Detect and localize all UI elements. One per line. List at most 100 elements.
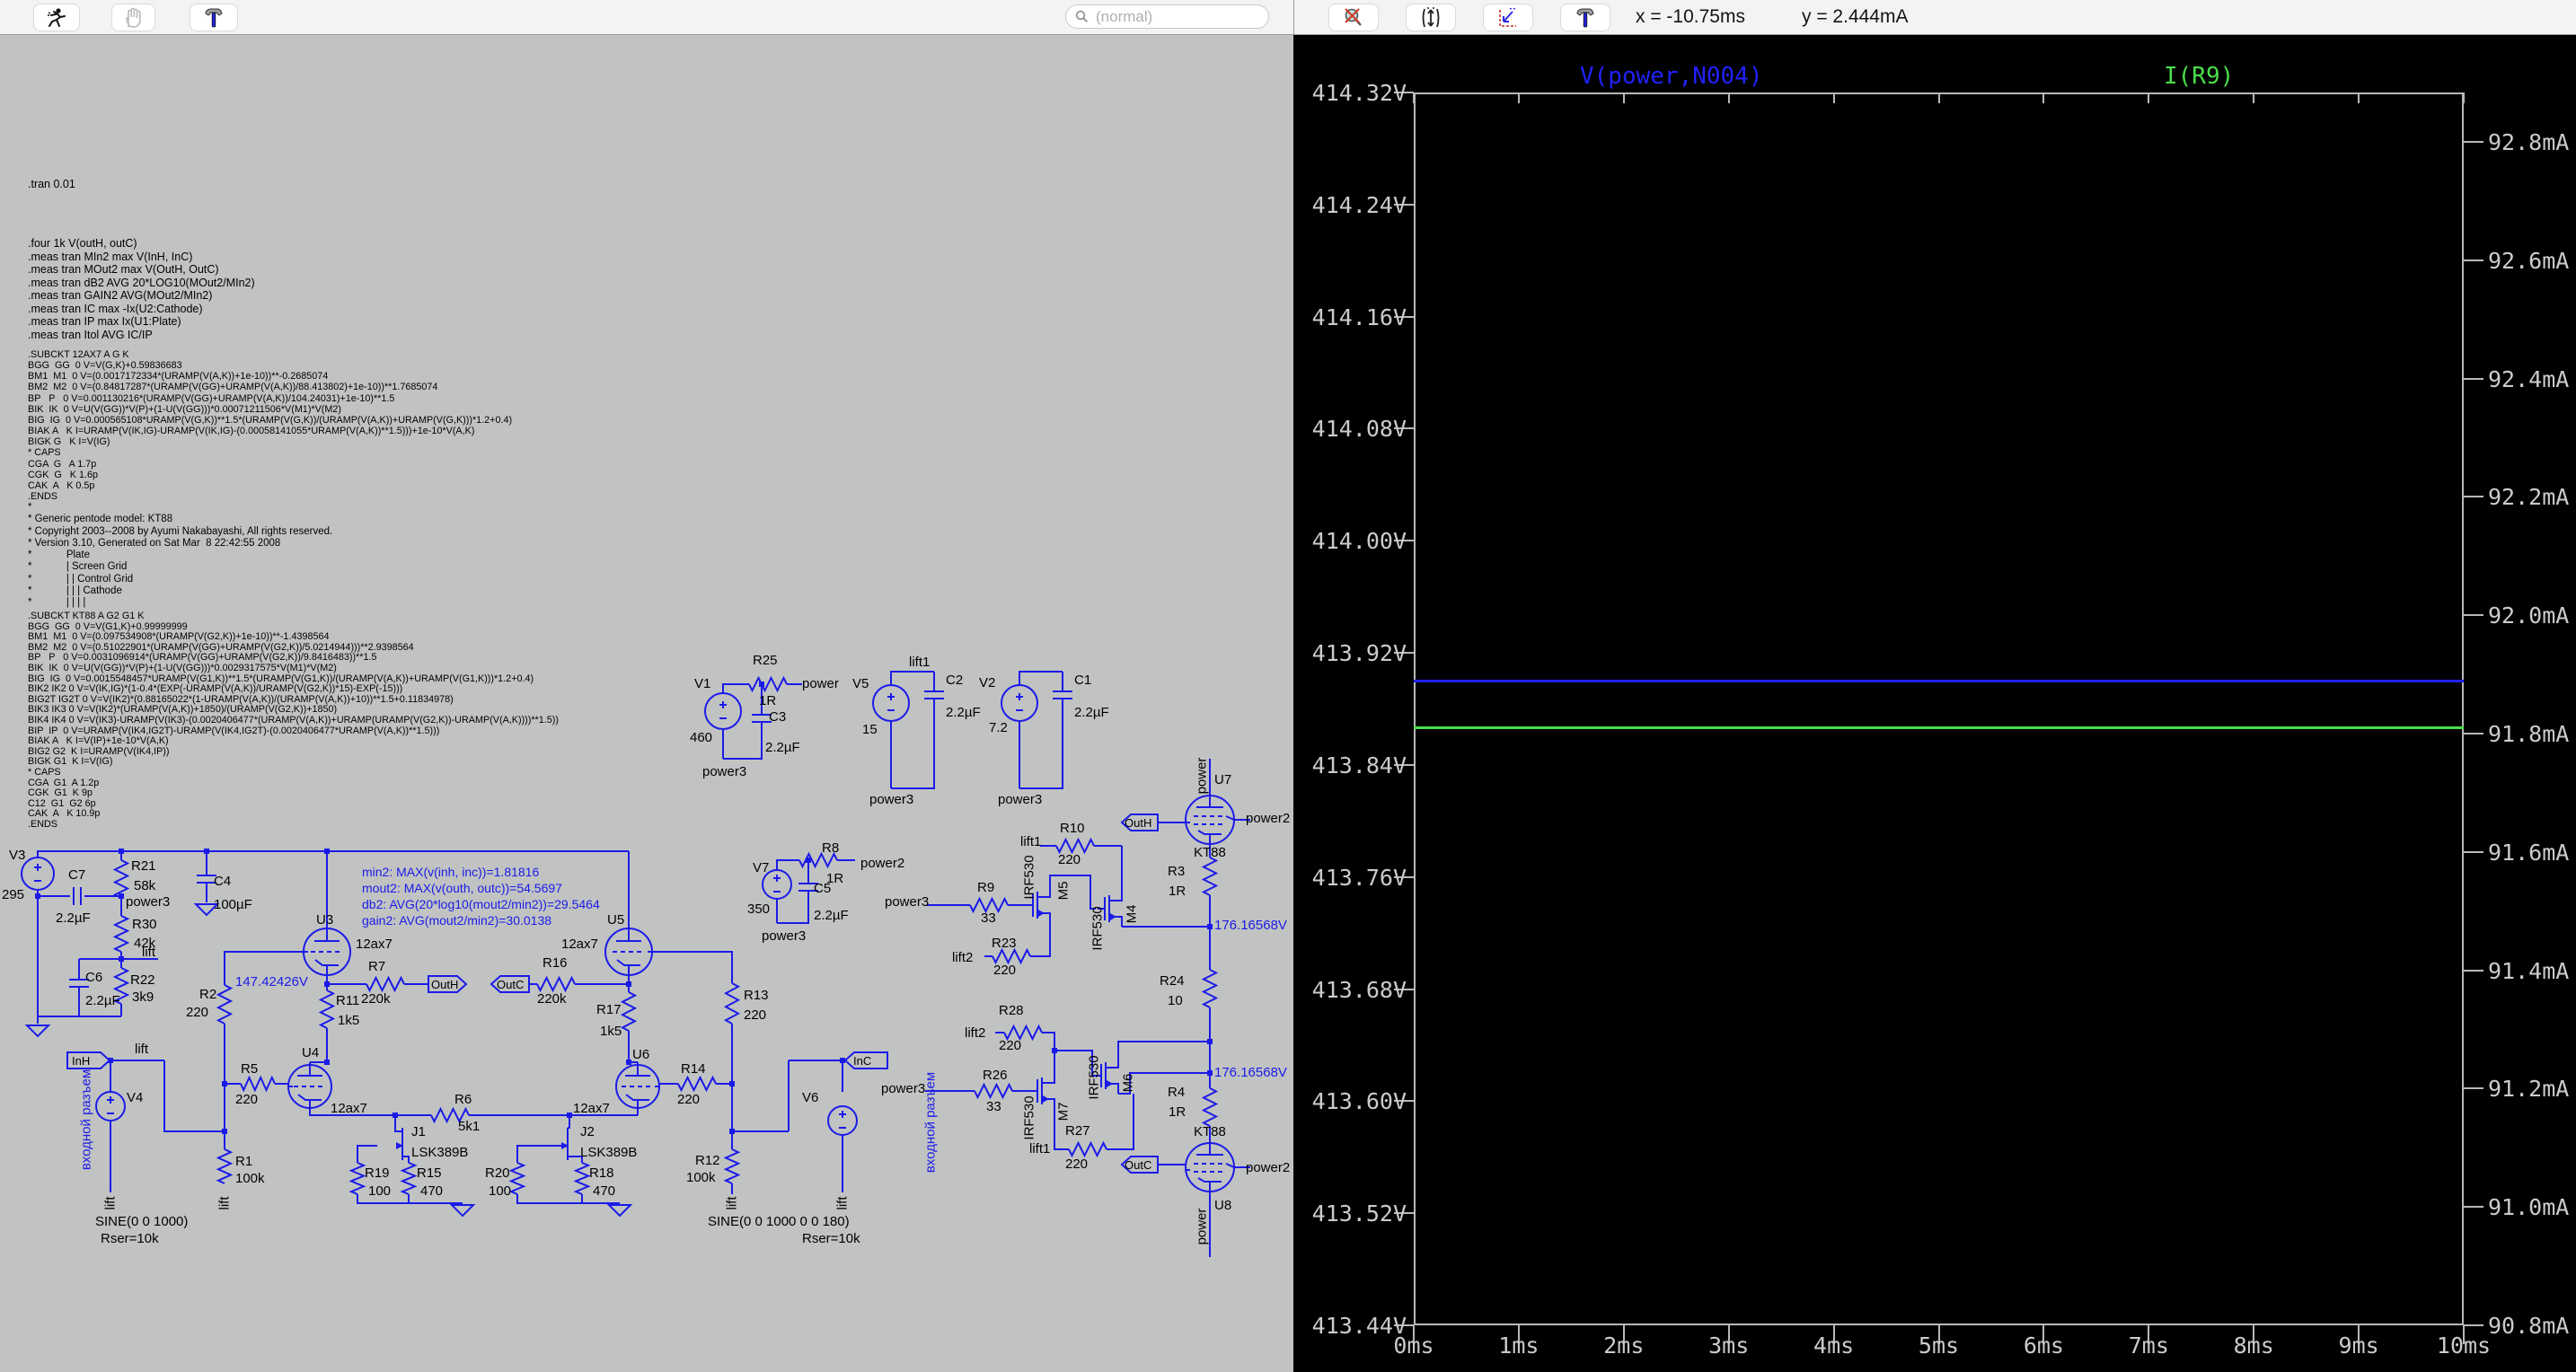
schematic-label[interactable]: C1 xyxy=(1074,673,1091,688)
schematic-label[interactable]: 470 xyxy=(420,1183,443,1199)
schematic-label[interactable]: 1R xyxy=(759,693,776,708)
schematic-label[interactable]: lift1 xyxy=(1020,834,1041,849)
schematic-label[interactable]: OutC xyxy=(1125,1158,1151,1172)
schematic-label[interactable]: R20 xyxy=(485,1165,510,1181)
schematic-label[interactable]: 2.2µF xyxy=(1074,705,1109,720)
schematic-label[interactable]: R3 xyxy=(1168,864,1185,879)
schematic-label[interactable]: InH xyxy=(72,1054,90,1068)
schematic-label[interactable]: R11 xyxy=(336,993,359,1008)
schematic-label[interactable]: 470 xyxy=(593,1183,615,1199)
schematic-label[interactable]: 100 xyxy=(489,1183,511,1199)
schematic-label[interactable]: R26 xyxy=(983,1068,1008,1083)
schematic-label[interactable]: 12ax7 xyxy=(561,937,598,952)
spice-directive-tran[interactable]: .tran 0.01 xyxy=(28,178,75,190)
schematic-label[interactable]: C7 xyxy=(68,867,85,883)
schematic-label[interactable]: 350 xyxy=(747,901,770,917)
schematic-label[interactable]: SINE(0 0 1000) xyxy=(95,1214,188,1229)
schematic-label[interactable]: V3 xyxy=(9,848,25,863)
schematic-label[interactable]: 1k5 xyxy=(600,1024,622,1039)
schematic-label[interactable]: V5 xyxy=(852,676,869,691)
schematic-label[interactable]: 1k5 xyxy=(338,1013,359,1028)
schematic-label[interactable]: 220k xyxy=(361,991,391,1007)
schematic-label[interactable]: 3k9 xyxy=(132,989,154,1005)
schematic-label[interactable]: C6 xyxy=(85,970,102,985)
schematic-label[interactable]: power3 xyxy=(998,792,1042,807)
schematic-label[interactable]: R21 xyxy=(131,858,156,874)
schematic-label[interactable]: 220 xyxy=(999,1038,1021,1053)
schematic-label[interactable]: R25 xyxy=(753,653,778,668)
search-input[interactable] xyxy=(1094,6,1259,27)
schematic-canvas[interactable]: .tran 0.01 .four 1k V(outH, outC) .meas … xyxy=(0,34,1293,1372)
schematic-label[interactable]: R5 xyxy=(241,1061,258,1077)
schematic-label[interactable]: 2.2µF xyxy=(85,993,120,1008)
schematic-label[interactable]: R1 xyxy=(235,1154,252,1169)
schematic-label[interactable]: lift1 xyxy=(1029,1141,1050,1157)
schematic-label[interactable]: V1 xyxy=(694,676,710,691)
trace-line-1[interactable] xyxy=(1414,679,2464,682)
schematic-label[interactable]: 58k xyxy=(134,878,155,893)
schematic-label[interactable]: R13 xyxy=(744,988,769,1003)
schematic-label[interactable]: 220k xyxy=(537,991,567,1007)
schematic-label[interactable]: 220 xyxy=(235,1092,258,1107)
schematic-label[interactable]: R4 xyxy=(1168,1085,1185,1100)
schematic-label[interactable]: 100k xyxy=(235,1171,265,1186)
schematic-label[interactable]: 100µF xyxy=(214,897,252,912)
schematic-label[interactable]: M7 xyxy=(1056,1103,1072,1121)
schematic-label[interactable]: R18 xyxy=(589,1165,614,1181)
schematic-label[interactable]: KT88 xyxy=(1194,1124,1226,1139)
trace-line-2[interactable] xyxy=(1414,726,2464,729)
trace-label-v-power-n004[interactable]: V(power,N004) xyxy=(1580,63,1763,90)
schematic-label[interactable]: U4 xyxy=(302,1045,319,1060)
spice-kt88-header[interactable]: * * Generic pentode model: KT88 * Copyri… xyxy=(28,502,332,610)
schematic-label[interactable]: 147.42426V xyxy=(235,974,308,989)
schematic-label[interactable]: M4 xyxy=(1125,905,1140,924)
schematic-label[interactable]: R6 xyxy=(454,1092,472,1107)
schematic-label[interactable]: KT88 xyxy=(1194,845,1226,860)
schematic-label[interactable]: Rser=10k xyxy=(802,1231,860,1246)
schematic-label[interactable]: power xyxy=(802,676,839,691)
schematic-label[interactable]: C5 xyxy=(814,881,831,896)
schematic-label[interactable]: R27 xyxy=(1065,1123,1090,1139)
schematic-label[interactable]: входной разъем xyxy=(923,1072,939,1173)
schematic-label[interactable]: R19 xyxy=(365,1165,390,1181)
waveform-canvas[interactable]: V(power,N004) I(R9) 414.32V 414.24V 414.16… xyxy=(1293,34,2576,1372)
schematic-label[interactable]: U6 xyxy=(632,1047,649,1062)
schematic-label[interactable]: 220 xyxy=(186,1005,208,1020)
schematic-label[interactable]: 2.2µF xyxy=(56,910,91,926)
schematic-label[interactable]: 33 xyxy=(986,1099,1001,1114)
schematic-label[interactable]: M6 xyxy=(1121,1074,1136,1093)
schematic-label[interactable]: power3 xyxy=(702,764,746,779)
spice-directive-meas[interactable]: .four 1k V(outH, outC) .meas tran MIn2 m… xyxy=(28,237,255,341)
schematic-label[interactable]: 295 xyxy=(2,887,24,902)
schematic-label[interactable]: C4 xyxy=(214,874,231,889)
schematic-label[interactable]: lift xyxy=(835,1197,851,1210)
schematic-label[interactable]: Rser=10k xyxy=(101,1231,159,1246)
schematic-label[interactable]: power3 xyxy=(126,894,170,910)
schematic-label[interactable]: R30 xyxy=(132,917,157,932)
schematic-label[interactable]: 460 xyxy=(690,730,712,745)
spice-subckt-kt88[interactable]: .SUBCKT KT88 A G2 G1 K BGG GG 0 V=V(G1,K… xyxy=(28,611,559,830)
schematic-label[interactable]: U8 xyxy=(1214,1198,1231,1213)
fit-range-button[interactable] xyxy=(1407,4,1455,31)
schematic-label[interactable]: InC xyxy=(853,1054,871,1068)
schematic-label[interactable]: lift2 xyxy=(952,950,973,965)
schematic-label[interactable]: power3 xyxy=(881,1081,925,1096)
schematic-label[interactable]: R2 xyxy=(199,987,216,1002)
schematic-label[interactable]: 12ax7 xyxy=(331,1101,367,1116)
schematic-label[interactable]: 7.2 xyxy=(989,720,1008,735)
schematic-label[interactable]: R22 xyxy=(130,972,155,988)
schematic-label[interactable]: power3 xyxy=(885,894,929,910)
schematic-label[interactable]: IRF530 xyxy=(1090,906,1106,950)
schematic-label[interactable]: 176.16568V xyxy=(1214,1065,1287,1080)
schematic-label[interactable]: 2.2µF xyxy=(946,705,981,720)
schematic-label[interactable]: 15 xyxy=(862,722,878,737)
schematic-label[interactable]: входной разъем xyxy=(79,1069,94,1170)
schematic-label[interactable]: R24 xyxy=(1160,973,1185,989)
schematic-label[interactable]: 1R xyxy=(1169,1104,1186,1120)
schematic-label[interactable]: IRF530 xyxy=(1022,1095,1037,1139)
schematic-label[interactable]: R14 xyxy=(681,1061,706,1077)
spice-subckt-12ax7[interactable]: .SUBCKT 12AX7 A G K BGG GG 0 V=V(G,K)+0.… xyxy=(28,349,512,502)
schematic-label[interactable]: R17 xyxy=(596,1002,622,1017)
schematic-label[interactable]: R10 xyxy=(1060,821,1085,836)
schematic-label[interactable]: C2 xyxy=(946,673,963,688)
